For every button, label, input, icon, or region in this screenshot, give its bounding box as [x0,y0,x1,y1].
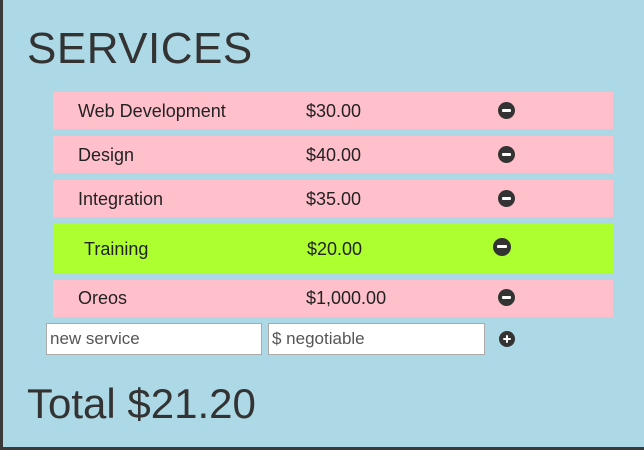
service-name: Training [84,239,149,259]
service-row-oreos[interactable]: Oreos $1,000.00 [53,280,613,317]
remove-service-icon[interactable] [498,102,515,119]
service-row-training[interactable]: Training $20.00 [53,224,613,273]
total-value: $21.20 [127,380,256,427]
new-service-price-input[interactable] [268,323,485,355]
add-service-icon[interactable] [499,331,515,347]
service-row-web-development[interactable]: Web Development $30.00 [53,92,613,129]
service-name: Oreos [78,288,128,308]
service-price: $40.00 [306,145,362,165]
service-name: Integration [78,189,164,209]
service-row-integration[interactable]: Integration $35.00 [53,180,613,217]
new-service-name-input[interactable] [46,323,262,355]
remove-service-icon[interactable] [498,289,515,306]
service-price: $30.00 [306,101,362,121]
service-name: Design [78,145,135,165]
remove-service-icon[interactable] [498,190,515,207]
service-price: $1,000.00 [306,288,387,308]
service-name: Web Development [78,101,226,121]
service-price: $20.00 [307,239,363,259]
remove-service-icon[interactable] [498,146,515,163]
service-row-design[interactable]: Design $40.00 [53,136,613,173]
page-title: SERVICES [27,24,253,73]
remove-service-icon[interactable] [493,238,511,256]
total-label: Total [27,380,116,427]
total-display: Total $21.20 [27,380,256,428]
services-panel: SERVICES Web Development $30.00 Design $… [0,0,644,450]
service-price: $35.00 [306,189,362,209]
